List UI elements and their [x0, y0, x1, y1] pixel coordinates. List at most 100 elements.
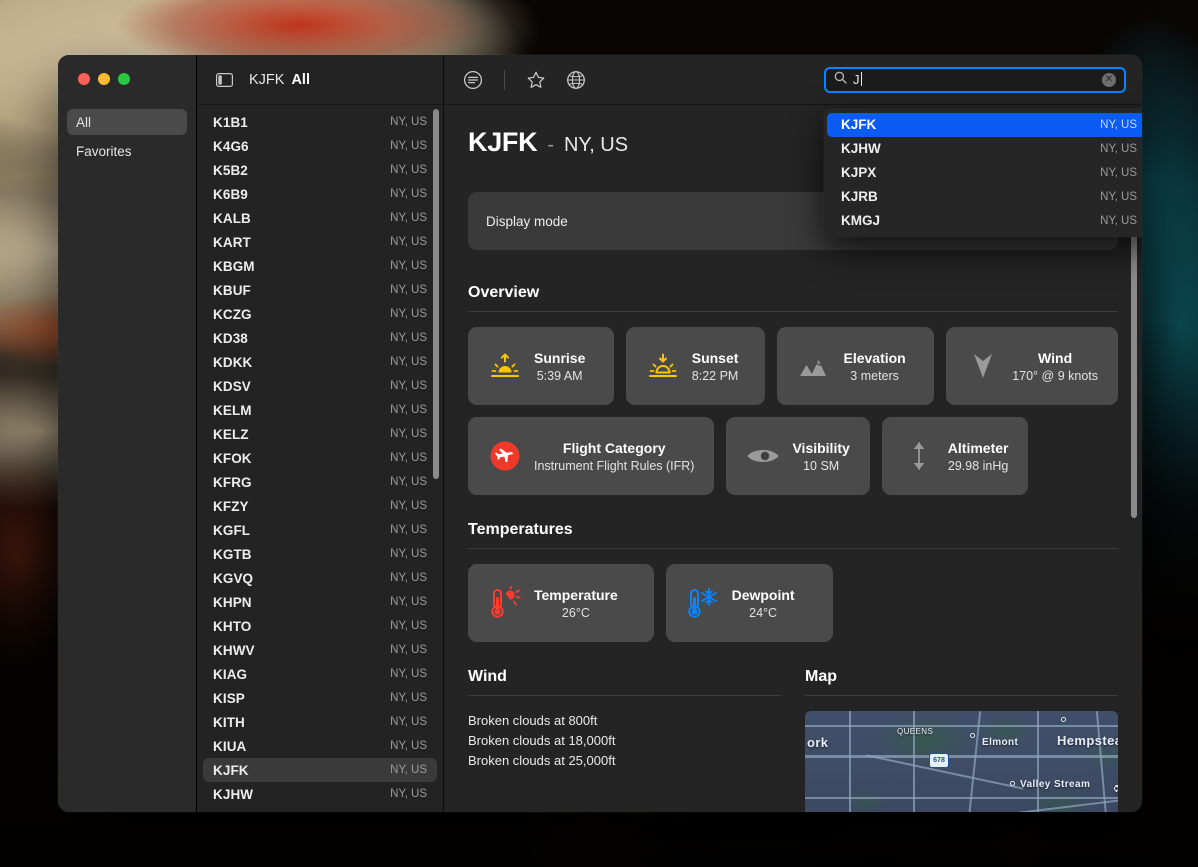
page-title-separator: - — [547, 134, 554, 156]
section-divider — [805, 695, 1118, 696]
airport-code: KHPN — [213, 594, 252, 610]
map-place-label: Valley Stream — [1020, 779, 1091, 790]
airport-code: KHTO — [213, 618, 252, 634]
temperature-card[interactable]: Temperature 26°C — [468, 564, 654, 642]
sunrise-card[interactable]: Sunrise 5:39 AM — [468, 327, 614, 405]
star-icon[interactable] — [523, 67, 549, 93]
airport-list-item[interactable]: KFRG NY, US — [203, 470, 437, 494]
map-road — [1037, 711, 1039, 812]
airport-list-item[interactable]: K6B9 NY, US — [203, 182, 437, 206]
airport-list-item[interactable]: KALB NY, US — [203, 206, 437, 230]
search-result-region: NY, US — [1100, 142, 1137, 155]
app-window: All Favorites KJFK All K1B1 NY, US K4G6 … — [58, 55, 1142, 812]
search-input[interactable]: J ✕ — [824, 66, 1126, 93]
minimize-button[interactable] — [98, 73, 110, 85]
search-result-item[interactable]: KJPX NY, US — [827, 161, 1142, 185]
search-result-code: KJPX — [841, 165, 877, 180]
search-result-item[interactable]: KJFK NY, US — [827, 112, 1142, 137]
airport-list-item[interactable]: KFOK NY, US — [203, 446, 437, 470]
filter-list-icon[interactable] — [460, 67, 486, 93]
airport-list-item[interactable]: KFZY NY, US — [203, 494, 437, 518]
search-result-item[interactable]: KJRB NY, US — [827, 185, 1142, 209]
search-result-code: KJHW — [841, 141, 881, 156]
toolbar-divider — [504, 69, 505, 90]
clear-circle-icon[interactable]: ✕ — [1102, 72, 1116, 87]
wind-column: Wind Broken clouds at 800ft Broken clouds… — [468, 668, 781, 812]
dewpoint-card[interactable]: Dewpoint 24°C — [665, 564, 833, 642]
search-result-item[interactable]: KMGJ NY, US — [827, 209, 1142, 233]
globe-icon[interactable] — [563, 67, 589, 93]
window-controls — [58, 55, 196, 105]
airport-code: KIUA — [213, 738, 247, 754]
airport-region: NY, US — [390, 524, 427, 536]
wind-direction-icon — [966, 350, 1000, 382]
airport-code: KIAG — [213, 666, 248, 682]
sidebar-item-list: All Favorites — [58, 105, 196, 167]
airport-region: NY, US — [390, 428, 427, 440]
airport-list-item[interactable]: KGFL NY, US — [203, 518, 437, 542]
map-place-label: Elmont — [982, 737, 1019, 748]
airport-list-item[interactable]: KITH NY, US — [203, 710, 437, 734]
page-title-region: NY, US — [563, 134, 629, 156]
airport-code: KJHW — [213, 786, 254, 802]
wind-value: 170° @ 9 knots — [1012, 368, 1098, 383]
airport-code: K1B1 — [213, 114, 248, 130]
airport-list-item[interactable]: K5B2 NY, US — [203, 158, 437, 182]
section-divider — [468, 311, 1118, 312]
search-result-rows: KJFK NY, US KJHW NY, US KJPX NY, US KJRB NY, US… — [824, 112, 1142, 233]
temperatures-section: Temperatures Temperature 26°C Dewpoint 2… — [468, 521, 1118, 642]
flight-category-title: Flight Category — [562, 439, 666, 456]
airport-code: K6B9 — [213, 186, 248, 202]
map-place-label: Hempstead — [1057, 733, 1118, 748]
airport-list-item[interactable]: KJFK NY, US — [203, 758, 437, 782]
altimeter-card[interactable]: Altimeter 29.98 inHg — [881, 417, 1029, 495]
airport-list-item[interactable]: KHWV NY, US — [203, 638, 437, 662]
map-place-label: QUEENS — [897, 727, 934, 736]
airport-list-item[interactable]: K1B1 NY, US — [203, 110, 437, 134]
airport-list-item[interactable]: KGTB NY, US — [203, 542, 437, 566]
temperature-title: Temperature — [534, 586, 618, 603]
airport-list-item[interactable]: KBUF NY, US — [203, 278, 437, 302]
text-caret — [860, 72, 862, 86]
airport-list-item[interactable]: KGVQ NY, US — [203, 566, 437, 590]
airport-list-item[interactable]: KD38 NY, US — [203, 326, 437, 350]
airport-rows: K1B1 NY, US K4G6 NY, US K5B2 NY, US K6B9 NY, US… — [197, 110, 443, 806]
wind-card[interactable]: Wind 170° @ 9 knots — [946, 327, 1118, 405]
list-scrollbar[interactable] — [433, 109, 439, 479]
airport-region: NY, US — [390, 740, 427, 752]
airport-list-item[interactable]: KELM NY, US — [203, 398, 437, 422]
close-button[interactable] — [78, 73, 90, 85]
altimeter-value: 29.98 inHg — [947, 458, 1009, 473]
airport-region: NY, US — [390, 404, 427, 416]
sidebar-item-all[interactable]: All — [67, 109, 187, 135]
airport-list-item[interactable]: KISP NY, US — [203, 686, 437, 710]
temperatures-row-spacer — [845, 564, 1118, 642]
flight-category-card[interactable]: Flight Category Instrument Flight Rules … — [468, 417, 715, 495]
map-view[interactable]: QUEENSorkElmontHempsteadValley StreamFre… — [805, 711, 1118, 812]
airport-list-item[interactable]: KBGM NY, US — [203, 254, 437, 278]
airport-list-item[interactable]: KART NY, US — [203, 230, 437, 254]
airport-list-scroll[interactable]: K1B1 NY, US K4G6 NY, US K5B2 NY, US K6B9 NY, US… — [197, 105, 443, 812]
airport-list-item[interactable]: KELZ NY, US — [203, 422, 437, 446]
airport-list-item[interactable]: KHTO NY, US — [203, 614, 437, 638]
sidebar-item-favorites[interactable]: Favorites — [67, 138, 187, 164]
airport-code: KBUF — [213, 282, 251, 298]
airport-list-item[interactable]: KDSV NY, US — [203, 374, 437, 398]
search-result-item[interactable]: KJHW NY, US — [827, 137, 1142, 161]
sunset-title: Sunset — [691, 349, 739, 366]
visibility-card[interactable]: Visibility 10 SM — [726, 417, 870, 495]
airport-list-item[interactable]: KHPN NY, US — [203, 590, 437, 614]
visibility-title: Visibility — [792, 439, 850, 456]
sidebar-toggle-icon[interactable] — [211, 67, 237, 93]
elevation-card[interactable]: Elevation 3 meters — [777, 327, 935, 405]
sunset-card[interactable]: Sunset 8:22 PM — [625, 327, 766, 405]
airport-list-item[interactable]: KJHW NY, US — [203, 782, 437, 806]
airport-list-item[interactable]: KDKK NY, US — [203, 350, 437, 374]
airport-region: NY, US — [390, 284, 427, 296]
airport-list-item[interactable]: KCZG NY, US — [203, 302, 437, 326]
search-result-region: NY, US — [1100, 190, 1137, 203]
airport-list-item[interactable]: K4G6 NY, US — [203, 134, 437, 158]
airport-list-item[interactable]: KIUA NY, US — [203, 734, 437, 758]
maximize-button[interactable] — [118, 73, 130, 85]
airport-list-item[interactable]: KIAG NY, US — [203, 662, 437, 686]
